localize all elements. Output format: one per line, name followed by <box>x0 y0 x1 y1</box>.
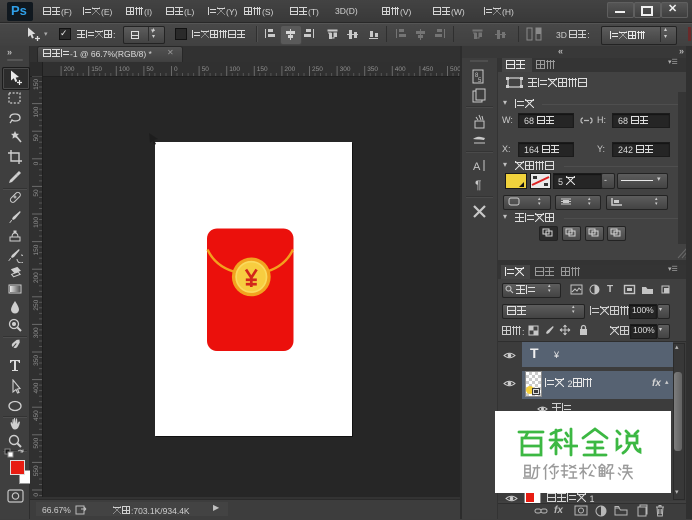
svg-text:50: 50 <box>202 66 210 73</box>
svg-text:550: 550 <box>33 465 40 476</box>
svg-text:150: 150 <box>257 66 268 73</box>
svg-text:450: 450 <box>422 66 433 73</box>
svg-text:250: 250 <box>312 66 323 73</box>
svg-text:350: 350 <box>367 66 378 73</box>
svg-text:250: 250 <box>33 299 40 310</box>
svg-text:100: 100 <box>229 66 240 73</box>
svg-text:200: 200 <box>64 66 75 73</box>
svg-text:150: 150 <box>33 79 40 90</box>
svg-text:200: 200 <box>33 272 40 283</box>
svg-text:¶: ¶ <box>475 178 481 192</box>
svg-text:400: 400 <box>33 382 40 393</box>
svg-text:400: 400 <box>395 66 406 73</box>
svg-text:50: 50 <box>33 189 40 197</box>
svg-text:150: 150 <box>91 66 102 73</box>
svg-text:50: 50 <box>33 134 40 142</box>
svg-text:450: 450 <box>33 410 40 421</box>
svg-text:0: 0 <box>33 161 40 165</box>
svg-text:A: A <box>473 161 481 173</box>
svg-text:300: 300 <box>340 66 351 73</box>
svg-text:100: 100 <box>33 106 40 117</box>
svg-text:500: 500 <box>33 437 40 448</box>
svg-text:500: 500 <box>450 66 460 73</box>
svg-text:200: 200 <box>284 66 295 73</box>
svg-text:100: 100 <box>119 66 130 73</box>
svg-text:0: 0 <box>174 66 178 73</box>
svg-text:350: 350 <box>33 355 40 366</box>
svg-text:100: 100 <box>33 217 40 228</box>
svg-text:150: 150 <box>33 244 40 255</box>
svg-text:50: 50 <box>146 66 154 73</box>
svg-text:300: 300 <box>33 327 40 338</box>
